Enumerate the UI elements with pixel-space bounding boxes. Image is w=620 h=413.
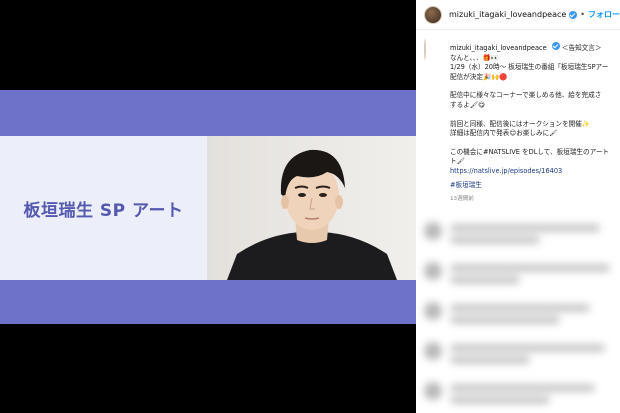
caption-line-0: ＜告知文言＞ [561, 44, 602, 52]
post-header: mizuki_itagaki_loveandpeace • フォロー [416, 0, 620, 30]
avatar[interactable] [424, 5, 442, 24]
blurred-comments [416, 212, 620, 413]
caption-verified-badge-icon [551, 42, 560, 50]
caption-gap [450, 139, 620, 148]
caption-line-2: 1/29（水）20時〜 板垣瑞生の番組「板垣瑞生SPアー [450, 63, 609, 72]
caption-username[interactable]: mizuki_itagaki_loveandpeace [450, 44, 547, 52]
caption-line-11: この機会に#NATSLIVE をDLして、板垣瑞生のアート [450, 147, 609, 156]
caption-line-9: 詳細は配信内で発表😊お楽しみに🖌 [450, 129, 558, 138]
media-title: 板垣瑞生 SP アート [23, 200, 184, 221]
caption-line-6: するよ🖌😋 [450, 100, 486, 109]
comment-row [422, 256, 612, 290]
caption-link[interactable]: https://natslive.jp/episodes/16403 [450, 167, 620, 177]
header-username[interactable]: mizuki_itagaki_loveandpeace [449, 10, 566, 19]
caption-line-3: 配信が決定🎉🙌🔴 [450, 72, 508, 81]
comment-row [422, 216, 612, 250]
caption-line-12: ト🖌 [450, 157, 465, 166]
comment-row [422, 296, 612, 330]
post-media[interactable]: 板垣瑞生 SP アート [0, 0, 416, 413]
comment-row [422, 336, 612, 370]
caption-gap [450, 111, 620, 120]
portrait-illustration [207, 136, 416, 280]
post-caption: mizuki_itagaki_loveandpeace ＜告知文言＞ なんと、、… [424, 39, 620, 202]
media-bottom-band [0, 280, 416, 324]
media-title-panel: 板垣瑞生 SP アート [0, 136, 207, 280]
post-time-ago[interactable]: 13週間前 [450, 195, 620, 205]
comment-row [422, 376, 612, 410]
caption-hashtag[interactable]: #板垣瑞生 [450, 181, 620, 191]
caption-line-8: 前回と同様、配信後にはオークションを開催✨ [450, 119, 591, 128]
verified-badge-icon [569, 10, 578, 19]
header-separator: • [580, 10, 586, 19]
caption-avatar[interactable] [424, 39, 426, 60]
caption-line-1: なんと、、、🎁👀 [450, 53, 500, 62]
caption-body: mizuki_itagaki_loveandpeace ＜告知文言＞ なんと、、… [450, 42, 620, 205]
portrait-photo [207, 136, 416, 280]
media-top-band [0, 90, 416, 136]
caption-line-5: 配信中に様々なコーナーで楽しめる他、絵を完成さ [450, 91, 602, 100]
follow-button[interactable]: フォロー [588, 9, 620, 20]
post-sidebar: mizuki_itagaki_loveandpeace • フォロー mizuk… [416, 0, 620, 413]
